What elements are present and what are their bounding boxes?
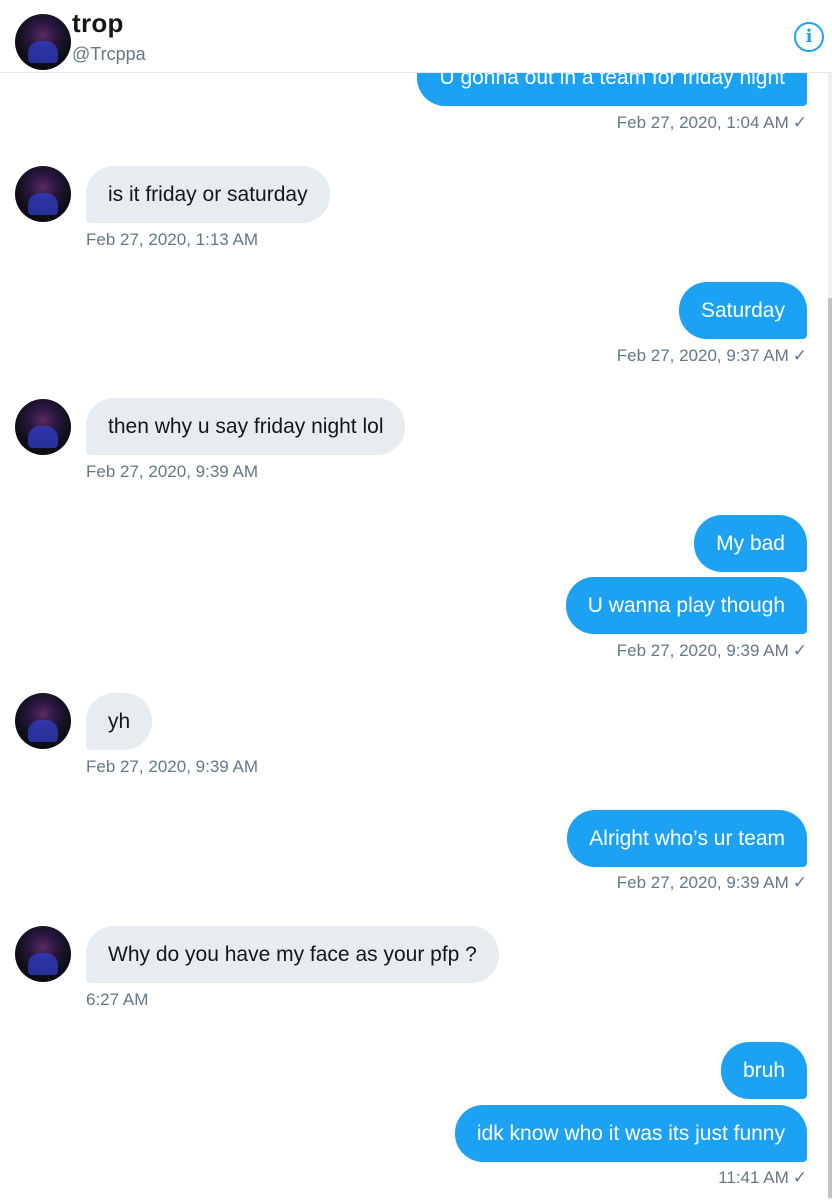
received-message-bubble[interactable]: yh bbox=[86, 693, 153, 750]
avatar[interactable] bbox=[15, 14, 71, 70]
message-timestamp: 6:27 AM bbox=[86, 990, 149, 1009]
sent-message-bubble[interactable]: Alright who’s ur team bbox=[567, 810, 807, 867]
message-timestamp: Feb 27, 2020, 1:13 AM bbox=[86, 230, 259, 249]
avatar[interactable] bbox=[15, 166, 71, 222]
sent-message-bubble[interactable]: My bad bbox=[694, 515, 807, 572]
sent-message-bubble[interactable]: U wanna play though bbox=[565, 577, 807, 634]
checkmark-icon: ✓ bbox=[792, 641, 807, 660]
scrollbar[interactable] bbox=[828, 73, 832, 1200]
received-message-bubble[interactable]: is it friday or saturday bbox=[86, 166, 330, 223]
info-icon[interactable]: i bbox=[794, 22, 824, 52]
conversation-header: trop @Trcppa i bbox=[0, 0, 832, 73]
sent-message-bubble[interactable]: idk know who it was its just funny bbox=[454, 1105, 807, 1162]
avatar[interactable] bbox=[15, 693, 71, 749]
message-timestamp: 11:41 AM ✓ bbox=[718, 1168, 807, 1188]
checkmark-icon: ✓ bbox=[792, 1168, 807, 1187]
message-timestamp: Feb 27, 2020, 9:39 AM ✓ bbox=[617, 873, 807, 893]
avatar[interactable] bbox=[15, 399, 71, 455]
timestamp-text: Feb 27, 2020, 9:37 AM bbox=[616, 346, 789, 365]
message-timestamp: Feb 27, 2020, 9:39 AM ✓ bbox=[617, 641, 807, 661]
avatar[interactable] bbox=[15, 926, 71, 982]
message-timestamp: Feb 27, 2020, 9:39 AM bbox=[86, 462, 259, 481]
received-message-bubble[interactable]: then why u say friday night lol bbox=[86, 398, 406, 455]
received-message-bubble[interactable]: Why do you have my face as your pfp ? bbox=[86, 926, 499, 983]
scrollbar-thumb[interactable] bbox=[828, 298, 832, 1198]
timestamp-text: Feb 27, 2020, 9:39 AM bbox=[616, 641, 789, 660]
message-timestamp: Feb 27, 2020, 9:37 AM ✓ bbox=[617, 346, 807, 366]
message-timestamp: Feb 27, 2020, 9:39 AM bbox=[86, 757, 259, 776]
checkmark-icon: ✓ bbox=[792, 346, 807, 365]
timestamp-text: 11:41 AM bbox=[718, 1168, 789, 1187]
checkmark-icon: ✓ bbox=[792, 873, 807, 892]
sent-message-bubble[interactable]: Saturday bbox=[678, 282, 807, 339]
checkmark-icon: ✓ bbox=[792, 113, 807, 132]
timestamp-text: Feb 27, 2020, 9:39 AM bbox=[616, 873, 789, 892]
conversation-name[interactable]: trop bbox=[72, 8, 124, 39]
timestamp-text: Feb 27, 2020, 1:04 AM bbox=[616, 113, 789, 132]
message-timestamp: Feb 27, 2020, 1:04 AM ✓ bbox=[617, 113, 807, 133]
sent-message-bubble[interactable]: bruh bbox=[720, 1042, 807, 1099]
conversation-handle: @Trcppa bbox=[72, 44, 146, 64]
